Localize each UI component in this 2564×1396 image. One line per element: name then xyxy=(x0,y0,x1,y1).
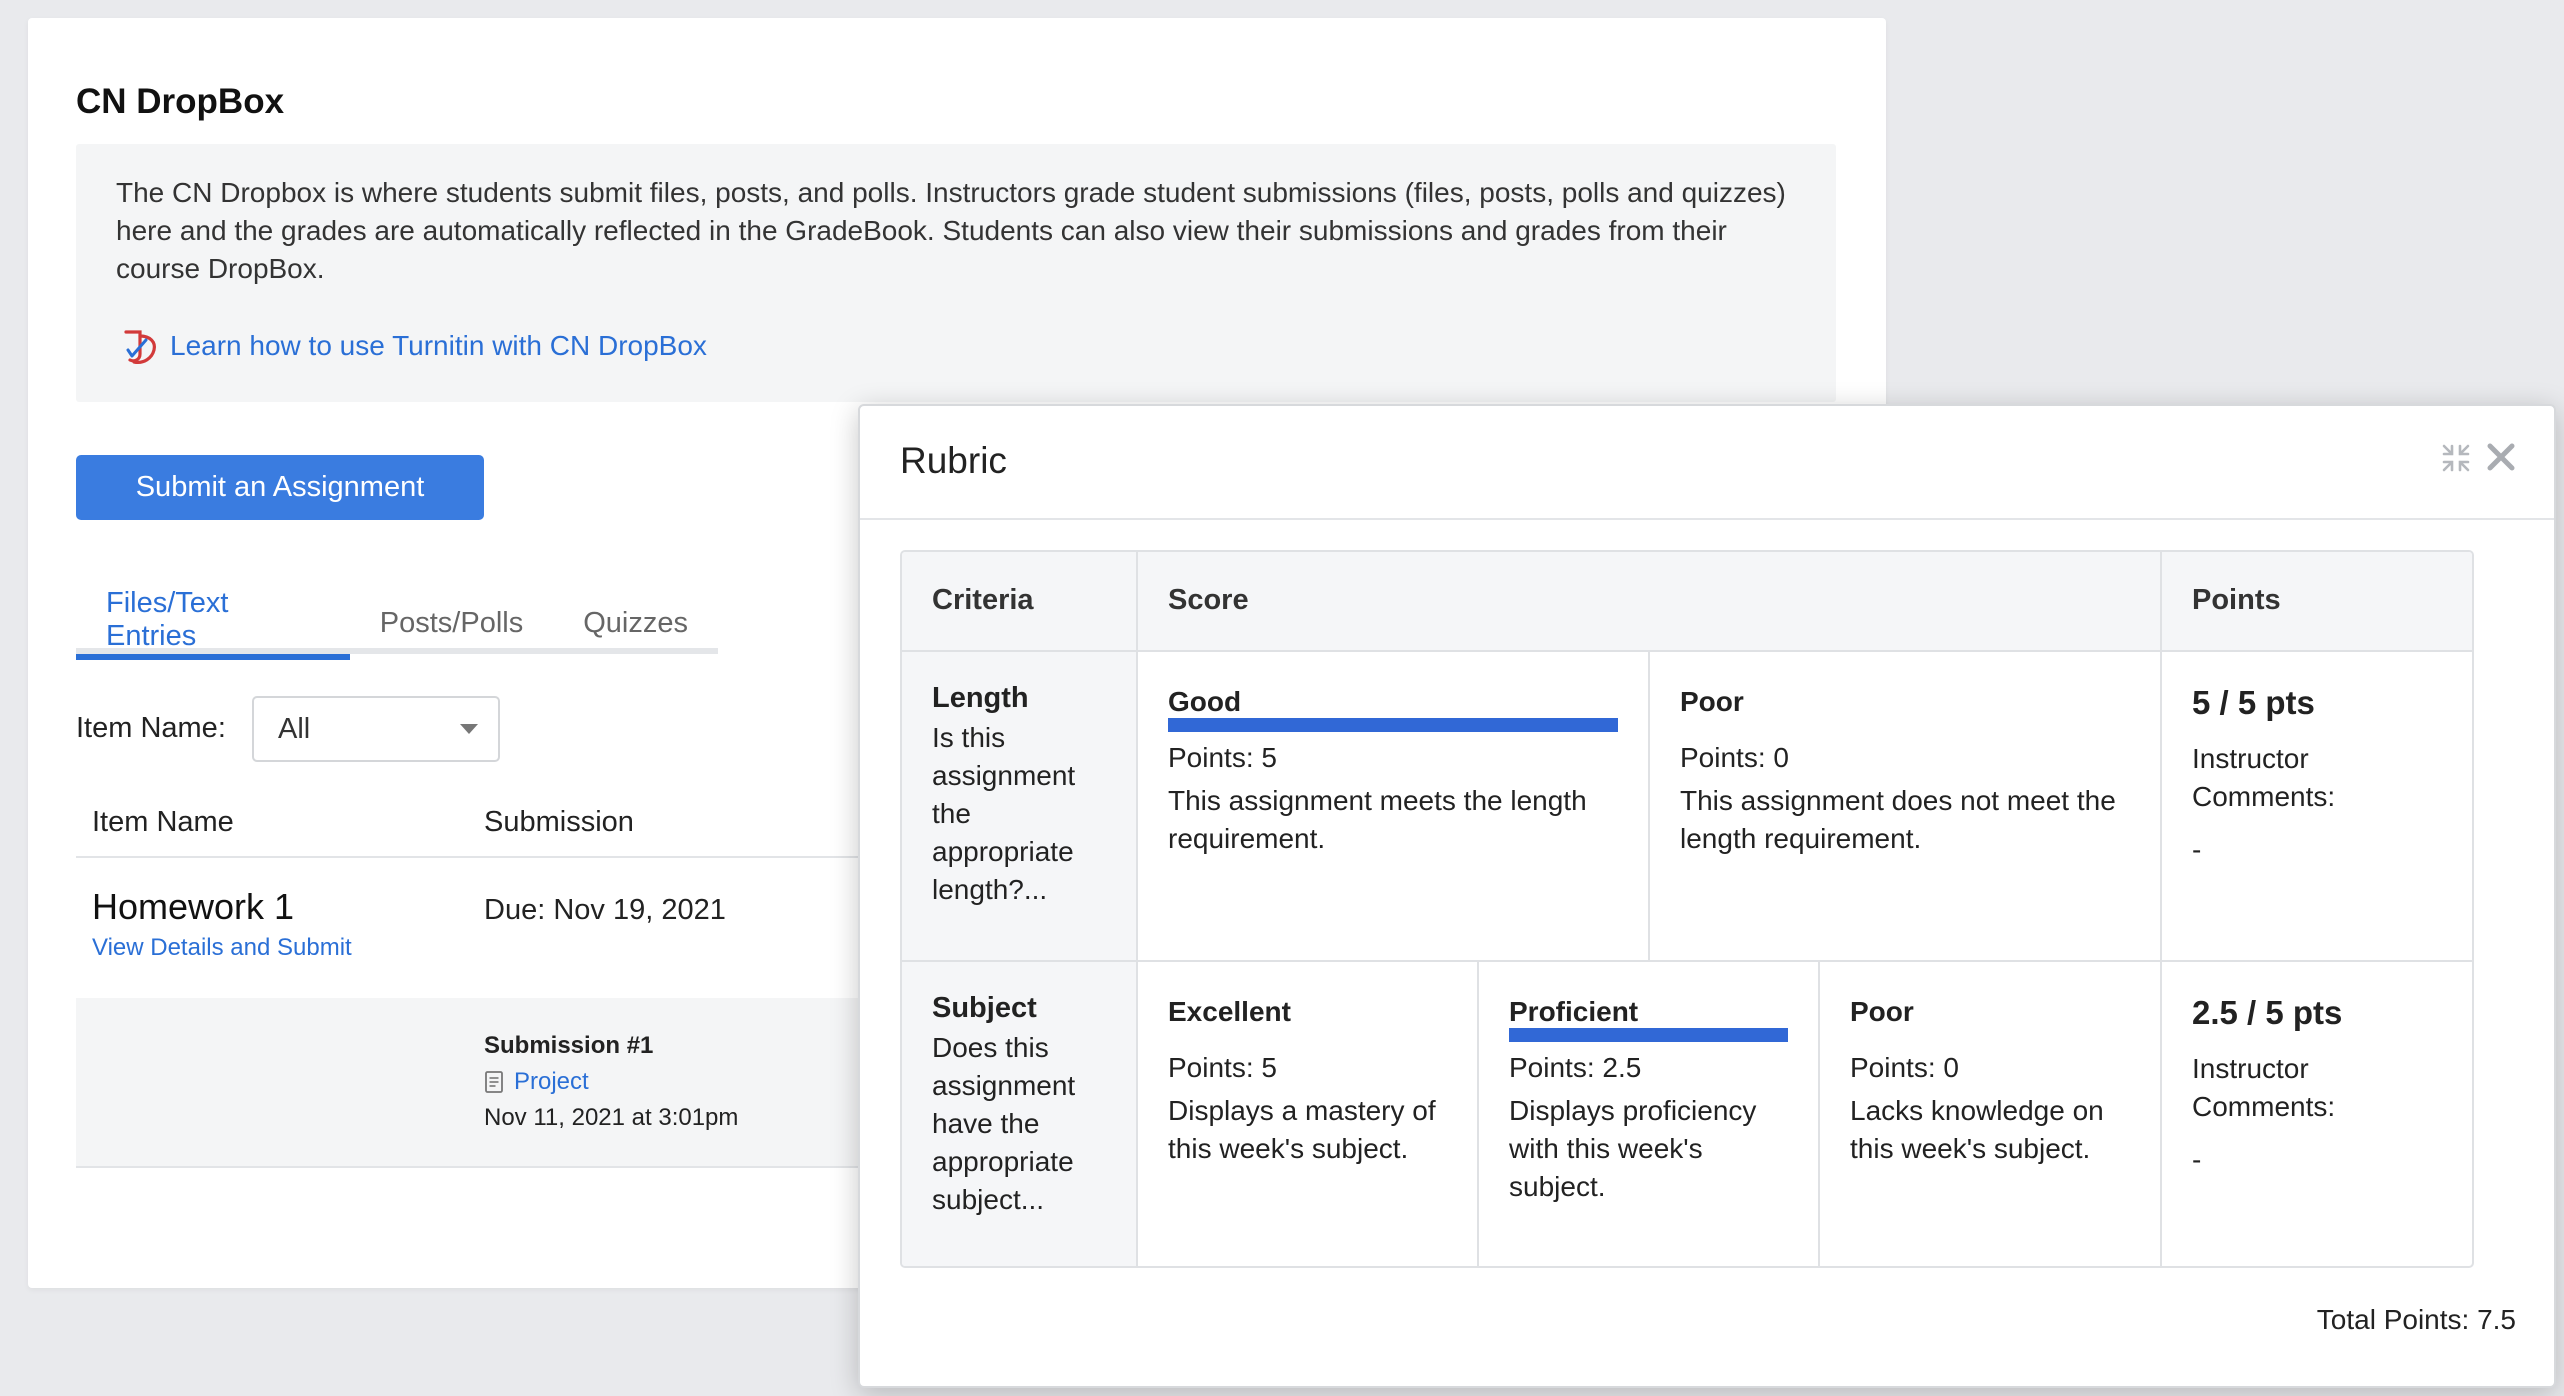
total-points: Total Points: 7.5 xyxy=(2316,1304,2516,1335)
item-name-select-value: All xyxy=(278,712,311,745)
criterion-length: Length Is this assignment the appropriat… xyxy=(902,652,1138,962)
rating-label: Excellent xyxy=(1168,996,1291,1027)
rating-description: Displays proficiency with this week's su… xyxy=(1509,1095,1757,1202)
rating-label: Poor xyxy=(1850,996,1914,1027)
submission-date: Nov 11, 2021 at 3:01pm xyxy=(484,1104,739,1131)
rating-length-poor[interactable]: Poor Points: 0 This assignment does not … xyxy=(1650,652,2162,962)
rating-description: This assignment meets the length require… xyxy=(1168,785,1587,854)
rating-description: This assignment does not meet the length… xyxy=(1680,785,2116,854)
rubric-modal-title: Rubric xyxy=(900,440,1007,481)
instructor-comments: - xyxy=(2192,1144,2202,1175)
column-header-submission: Submission xyxy=(484,806,634,838)
submission-row: Submission #1 Project Nov 11, 2021 at 3:… xyxy=(76,998,876,1168)
criterion-name: Length xyxy=(932,682,1029,714)
submission-title: Submission #1 xyxy=(484,1032,654,1059)
rating-spacer xyxy=(1680,724,2130,742)
chevron-down-icon xyxy=(460,724,478,734)
points-length: 5 / 5 pts Instructor Comments: - xyxy=(2162,652,2472,962)
item-name-filter-label: Item Name: xyxy=(76,712,226,744)
tab-files-text-entries[interactable]: Files/Text Entries xyxy=(76,587,350,660)
instructor-comments: - xyxy=(2192,834,2202,865)
rubric-header-criteria-label: Criteria xyxy=(932,584,1034,616)
rating-spacer xyxy=(1850,1034,2130,1052)
item-name-select[interactable]: All xyxy=(252,696,500,762)
submission-tabs: Files/Text Entries Posts/Polls Quizzes xyxy=(76,587,718,660)
rating-subject-excellent[interactable]: Excellent Points: 5 Displays a mastery o… xyxy=(1138,962,1479,1266)
info-text: The CN Dropbox is where students submit … xyxy=(116,177,1786,284)
rating-length-good[interactable]: Good Points: 5 This assignment meets the… xyxy=(1138,652,1650,962)
rubric-header-points: Points xyxy=(2162,552,2472,652)
rating-subject-poor[interactable]: Poor Points: 0 Lacks knowledge on this w… xyxy=(1820,962,2162,1266)
rating-points: Points: 0 xyxy=(1850,1052,1959,1083)
criterion-subject: Subject Does this assignment have the ap… xyxy=(902,962,1138,1266)
rubric-header-criteria: Criteria xyxy=(902,552,1138,652)
instructor-comments-label: Instructor Comments: xyxy=(2192,1053,2336,1122)
rubric-header-score: Score xyxy=(1138,552,2162,652)
rubric-header-score-label: Score xyxy=(1168,584,1249,616)
rubric-header-points-label: Points xyxy=(2192,584,2281,616)
rating-selected-bar xyxy=(1168,718,1618,732)
due-date: Due: Nov 19, 2021 xyxy=(484,894,726,926)
criterion-name: Subject xyxy=(932,992,1037,1024)
close-icon[interactable] xyxy=(2484,440,2518,474)
column-header-item-name: Item Name xyxy=(92,806,234,838)
rating-description: Displays a mastery of this week's subjec… xyxy=(1168,1095,1436,1164)
rating-points: Points: 2.5 xyxy=(1509,1052,1642,1083)
page-title: CN DropBox xyxy=(76,82,285,121)
tab-quizzes[interactable]: Quizzes xyxy=(553,592,718,654)
submissions-table-header: Item Name Submission xyxy=(76,796,876,858)
rating-spacer xyxy=(1168,1034,1447,1052)
instructor-comments-label: Instructor Comments: xyxy=(2192,743,2336,812)
submit-assignment-button[interactable]: Submit an Assignment xyxy=(76,455,484,520)
rating-points: Points: 5 xyxy=(1168,1052,1277,1083)
info-box: The CN Dropbox is where students submit … xyxy=(76,144,1836,402)
rating-selected-bar xyxy=(1509,1028,1788,1042)
tab-posts-polls[interactable]: Posts/Polls xyxy=(350,592,553,654)
view-details-link[interactable]: View Details and Submit xyxy=(92,934,352,962)
rating-subject-proficient[interactable]: Proficient Points: 2.5 Displays proficie… xyxy=(1479,962,1820,1266)
rating-points: Points: 0 xyxy=(1680,742,1789,773)
turnitin-link-label: Learn how to use Turnitin with CN DropBo… xyxy=(170,330,707,361)
criterion-description: Does this assignment have the appropriat… xyxy=(932,1032,1076,1215)
rubric-modal: Rubric Criteria Score Points Length Is t… xyxy=(858,404,2556,1388)
rubric-modal-header: Rubric xyxy=(860,406,2554,520)
submission-file-link[interactable]: Project xyxy=(484,1068,589,1096)
file-icon xyxy=(484,1070,504,1094)
collapse-icon[interactable] xyxy=(2440,442,2472,474)
criterion-score: 5 / 5 pts xyxy=(2192,684,2315,721)
turnitin-link[interactable]: Learn how to use Turnitin with CN DropBo… xyxy=(116,324,707,368)
criterion-description: Is this assignment the appropriate lengt… xyxy=(932,722,1076,905)
submission-file-name: Project xyxy=(514,1068,589,1095)
criterion-score: 2.5 / 5 pts xyxy=(2192,994,2343,1031)
rating-points: Points: 5 xyxy=(1168,742,1277,773)
homework-title: Homework 1 xyxy=(92,886,295,927)
rubric-table: Criteria Score Points Length Is this ass… xyxy=(900,550,2474,1268)
rating-description: Lacks knowledge on this week's subject. xyxy=(1850,1095,2104,1164)
rating-label: Poor xyxy=(1680,686,1744,717)
turnitin-icon xyxy=(116,324,160,368)
points-subject: 2.5 / 5 pts Instructor Comments: - xyxy=(2162,962,2472,1266)
